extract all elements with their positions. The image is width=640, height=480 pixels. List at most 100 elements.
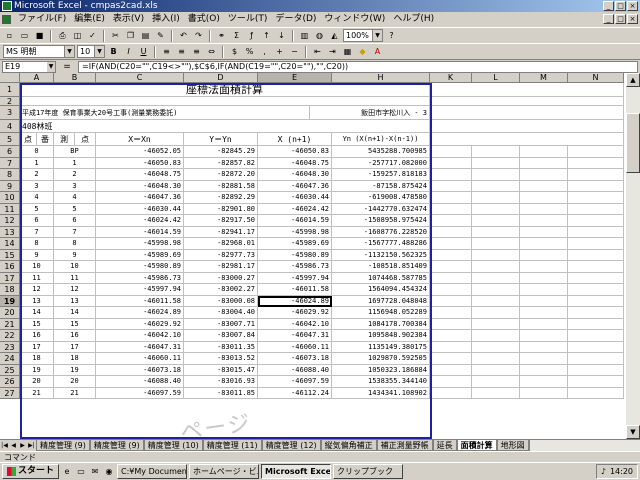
close-button[interactable]: × [627, 1, 638, 11]
last-sheet-icon[interactable]: ▶| [27, 441, 36, 451]
header-cell[interactable]: 測 [54, 133, 75, 146]
product-cell[interactable]: 1074468.587785 [332, 272, 430, 284]
cell[interactable] [472, 330, 520, 342]
zoom-select[interactable]: 100% [343, 29, 383, 42]
row-header[interactable]: 11 [0, 203, 20, 215]
product-cell[interactable]: -1508958.975424 [332, 215, 430, 227]
row-header[interactable]: 12 [0, 215, 20, 227]
x-value-cell[interactable]: -46052.05 [96, 146, 184, 158]
cell[interactable] [430, 295, 472, 307]
sheet-title[interactable]: 座標法面積計算 [20, 83, 430, 97]
x-value-cell[interactable]: -46011.58 [96, 295, 184, 307]
sheet-tab[interactable]: 地形図 [496, 440, 529, 451]
product-cell[interactable]: -1442770.632474 [332, 203, 430, 215]
prev-sheet-icon[interactable]: ◀ [9, 441, 18, 451]
x-next-cell[interactable]: -46088.40 [258, 364, 332, 376]
print-preview-icon[interactable]: ◫ [71, 29, 84, 42]
sheet-location[interactable]: 飯田市字松川入 - 3 [310, 106, 430, 120]
row-header[interactable]: 23 [0, 341, 20, 353]
product-cell[interactable]: 1697728.048048 [332, 295, 430, 307]
cell[interactable] [520, 330, 568, 342]
font-size-select[interactable]: 10 [77, 45, 105, 58]
column-header-k[interactable]: K [430, 73, 472, 83]
decrease-indent-icon[interactable]: ⇤ [311, 45, 324, 58]
x-value-cell[interactable]: -45986.73 [96, 272, 184, 284]
point-index-cell[interactable]: 15 [20, 318, 54, 330]
edit-formula-icon[interactable]: = [56, 62, 78, 72]
y-value-cell[interactable]: -83007.84 [184, 330, 258, 342]
point-index-cell[interactable]: 16 [20, 330, 54, 342]
y-value-cell[interactable]: -82917.50 [184, 215, 258, 227]
survey-point-cell[interactable]: 9 [54, 249, 96, 261]
survey-point-cell[interactable]: 6 [54, 215, 96, 227]
hyperlink-icon[interactable]: ⚭ [215, 29, 228, 42]
y-value-cell[interactable]: -82977.73 [184, 249, 258, 261]
chart-wizard-icon[interactable]: ▥ [298, 29, 311, 42]
y-value-cell[interactable]: -83000.27 [184, 272, 258, 284]
active-cell[interactable]: -46024.89 [258, 295, 332, 307]
survey-point-cell[interactable]: 18 [54, 353, 96, 365]
cell[interactable] [430, 180, 472, 192]
cell[interactable] [430, 169, 472, 181]
x-value-cell[interactable]: -46029.92 [96, 318, 184, 330]
minimize-button[interactable]: _ [603, 1, 614, 11]
copy-icon[interactable]: ❐ [124, 29, 137, 42]
y-value-cell[interactable]: -83013.52 [184, 353, 258, 365]
cell[interactable] [568, 387, 624, 399]
cell[interactable] [568, 226, 624, 238]
ie-icon[interactable]: e [61, 466, 73, 478]
select-all-corner[interactable] [0, 73, 20, 83]
row-header[interactable]: 8 [0, 169, 20, 181]
x-value-cell[interactable]: -46097.59 [96, 387, 184, 399]
row-header[interactable]: 14 [0, 238, 20, 250]
point-index-cell[interactable]: 20 [20, 376, 54, 388]
cell[interactable] [430, 157, 472, 169]
x-next-cell[interactable]: -46073.18 [258, 353, 332, 365]
row-header[interactable]: 3 [0, 106, 20, 120]
row-header[interactable]: 1 [0, 83, 20, 97]
scroll-thumb[interactable] [626, 113, 640, 173]
sheet-tab[interactable]: 精度管理 (12) [261, 440, 321, 451]
cell[interactable] [568, 284, 624, 296]
survey-point-cell[interactable]: 11 [54, 272, 96, 284]
product-cell[interactable]: 1084178.700384 [332, 318, 430, 330]
sheet-subtitle[interactable]: 平成17年度 保育事業大20号工事(測量業務委託) [20, 106, 310, 120]
header-cell[interactable]: Y＝Yn [184, 133, 258, 146]
product-cell[interactable]: 1029870.592505 [332, 353, 430, 365]
survey-point-cell[interactable]: 16 [54, 330, 96, 342]
percent-icon[interactable]: % [243, 45, 256, 58]
point-index-cell[interactable]: 14 [20, 307, 54, 319]
cell[interactable] [430, 272, 472, 284]
y-value-cell[interactable]: -83016.93 [184, 376, 258, 388]
cell[interactable] [520, 157, 568, 169]
x-value-cell[interactable]: -46050.83 [96, 157, 184, 169]
cell[interactable] [472, 203, 520, 215]
column-header-d[interactable]: D [184, 73, 258, 83]
point-index-cell[interactable]: 18 [20, 353, 54, 365]
drawing-icon[interactable]: ◭ [328, 29, 341, 42]
product-cell[interactable]: -1608776.228520 [332, 226, 430, 238]
header-cell[interactable]: Yn (X(n+1)-X(n-1)) [332, 133, 430, 146]
y-value-cell[interactable]: -82941.17 [184, 226, 258, 238]
survey-point-cell[interactable]: 20 [54, 376, 96, 388]
product-cell[interactable]: -619008.478580 [332, 192, 430, 204]
y-value-cell[interactable]: -82872.20 [184, 169, 258, 181]
row-header[interactable]: 5 [0, 133, 20, 146]
map-icon[interactable]: ◍ [313, 29, 326, 42]
x-next-cell[interactable]: -46029.92 [258, 307, 332, 319]
channel-icon[interactable]: ◉ [103, 466, 115, 478]
align-right-icon[interactable]: ≡ [190, 45, 203, 58]
next-sheet-icon[interactable]: ▶ [18, 441, 27, 451]
cell[interactable] [520, 295, 568, 307]
x-next-cell[interactable]: -45997.94 [258, 272, 332, 284]
cell[interactable] [472, 341, 520, 353]
x-next-cell[interactable]: -46050.83 [258, 146, 332, 158]
cell[interactable] [472, 180, 520, 192]
cell[interactable] [568, 261, 624, 273]
point-index-cell[interactable]: 11 [20, 272, 54, 284]
font-name-select[interactable]: MS 明朝 [3, 45, 75, 58]
function-icon[interactable]: ƒ [245, 29, 258, 42]
cell[interactable] [520, 318, 568, 330]
cell[interactable] [472, 318, 520, 330]
y-value-cell[interactable]: -82892.29 [184, 192, 258, 204]
